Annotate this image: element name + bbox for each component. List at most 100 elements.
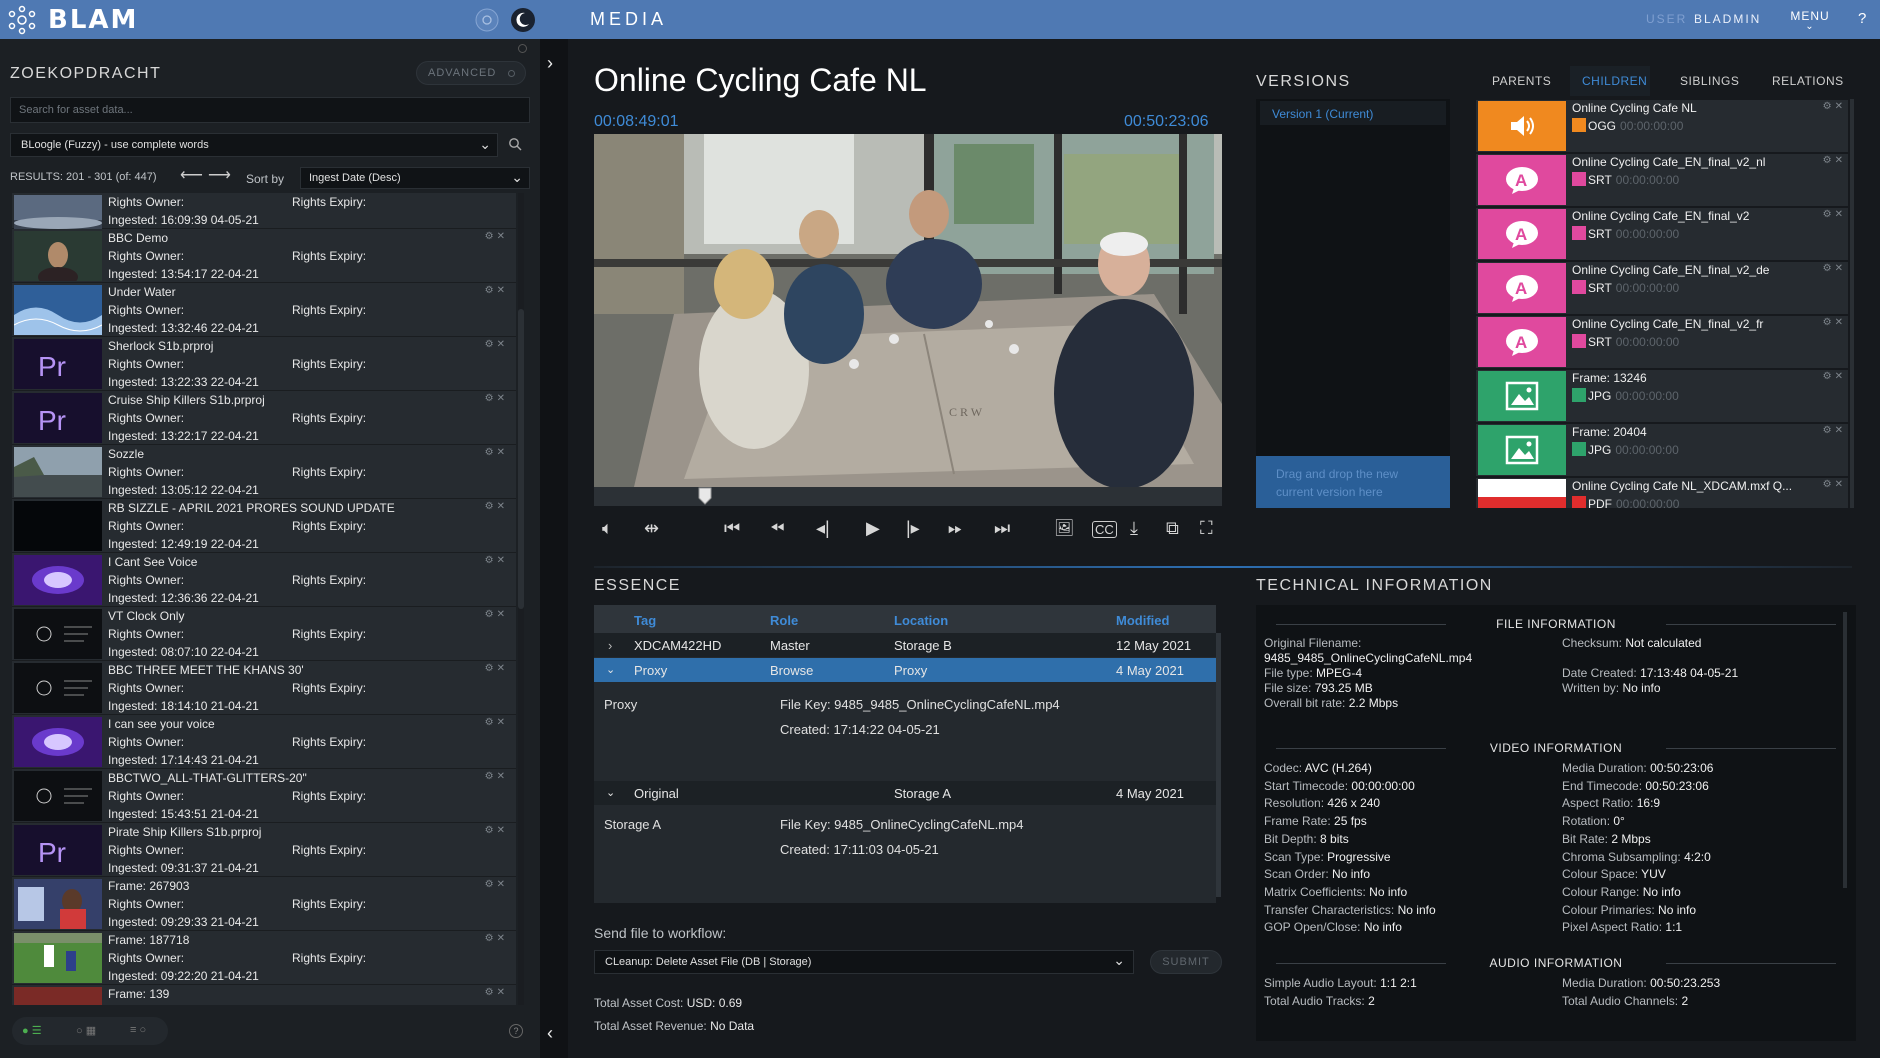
search-icon[interactable]: [508, 137, 522, 151]
related-asset-title[interactable]: Online Cycling Cafe NL_XDCAM.mxf Q...: [1572, 479, 1792, 493]
close-icon[interactable]: ✕: [1835, 209, 1846, 220]
asset-row[interactable]: BBCTWO_ALL-THAT-GLITTERS-20" Rights Owner…: [12, 769, 516, 823]
asset-thumbnail[interactable]: [14, 231, 102, 281]
related-asset-item[interactable]: Online Cycling Cafe NL OGG 00:00:00:00 ⚙✕: [1476, 100, 1848, 152]
subtitle-thumbnail[interactable]: A: [1478, 317, 1566, 367]
row-actions[interactable]: ⚙✕: [485, 933, 508, 944]
popout-icon[interactable]: ⧉: [1166, 518, 1179, 539]
settings-icon[interactable]: ⚙: [485, 663, 497, 674]
row-actions[interactable]: ⚙✕: [485, 609, 508, 620]
asset-row[interactable]: VT Clock Only Rights Owner: Rights Expiry:…: [12, 607, 516, 661]
asset-title[interactable]: Cruise Ship Killers S1b.prproj: [108, 393, 265, 407]
essence-row-original[interactable]: ⌄ Original Storage A 4 May 2021: [594, 781, 1216, 805]
settings-icon[interactable]: ⚙: [1823, 155, 1835, 166]
row-actions[interactable]: ⚙✕: [485, 447, 508, 458]
close-icon[interactable]: ✕: [497, 447, 508, 458]
item-actions[interactable]: ⚙✕: [1823, 155, 1846, 166]
close-icon[interactable]: ✕: [497, 987, 508, 998]
user-name[interactable]: BLADMIN: [1694, 12, 1761, 26]
settings-icon[interactable]: ⚙: [1823, 209, 1835, 220]
asset-title[interactable]: VT Clock Only: [108, 609, 184, 623]
close-icon[interactable]: ✕: [1835, 263, 1846, 274]
asset-title[interactable]: RB SIZZLE - APRIL 2021 PRORES SOUND UPDA…: [108, 501, 395, 515]
version-item-current[interactable]: Version 1 (Current): [1260, 101, 1446, 125]
grid-view-icon[interactable]: ○ ▦: [76, 1024, 96, 1037]
settings-icon[interactable]: ⚙: [485, 501, 497, 512]
item-actions[interactable]: ⚙✕: [1823, 209, 1846, 220]
asset-row[interactable]: Pr Cruise Ship Killers S1b.prproj Rights O…: [12, 391, 516, 445]
settings-icon[interactable]: ⚙: [1823, 425, 1835, 436]
asset-thumbnail[interactable]: [14, 447, 102, 497]
asset-thumbnail[interactable]: Pr: [14, 393, 102, 443]
close-icon[interactable]: ✕: [497, 825, 508, 836]
play-icon[interactable]: ▶: [866, 518, 880, 539]
row-actions[interactable]: ⚙✕: [485, 339, 508, 350]
fullscreen-icon[interactable]: ⛶: [1200, 518, 1213, 539]
logo-text[interactable]: BLAM: [48, 5, 138, 35]
asset-title[interactable]: Sherlock S1b.prproj: [108, 339, 213, 353]
close-icon[interactable]: ✕: [497, 285, 508, 296]
close-icon[interactable]: ✕: [497, 609, 508, 620]
settings-icon[interactable]: ⚙: [1823, 263, 1835, 274]
related-asset-item[interactable]: A Online Cycling Cafe_EN_final_v2 SRT 00:00…: [1476, 208, 1848, 260]
asset-row[interactable]: RB SIZZLE - APRIL 2021 PRORES SOUND UPDA…: [12, 499, 516, 553]
close-icon[interactable]: ✕: [497, 879, 508, 890]
asset-row[interactable]: Sozzle Rights Owner: Rights Expiry: Ingeste…: [12, 445, 516, 499]
item-actions[interactable]: ⚙✕: [1823, 317, 1846, 328]
settings-icon[interactable]: ⚙: [1823, 371, 1835, 382]
row-actions[interactable]: ⚙✕: [485, 879, 508, 890]
settings-icon[interactable]: [518, 44, 527, 53]
asset-row[interactable]: BBC Demo Rights Owner: Rights Expiry: Inges…: [12, 229, 516, 283]
asset-thumbnail[interactable]: [14, 285, 102, 335]
asset-title[interactable]: BBCTWO_ALL-THAT-GLITTERS-20": [108, 771, 307, 785]
close-icon[interactable]: ✕: [497, 393, 508, 404]
row-actions[interactable]: ⚙✕: [485, 717, 508, 728]
row-actions[interactable]: ⚙✕: [485, 555, 508, 566]
item-actions[interactable]: ⚙✕: [1823, 101, 1846, 112]
asset-title[interactable]: BBC Demo: [108, 231, 168, 245]
column-location[interactable]: Location: [894, 613, 948, 628]
row-actions[interactable]: ⚙✕: [485, 825, 508, 836]
item-actions[interactable]: ⚙✕: [1823, 263, 1846, 274]
related-list-scrollbar[interactable]: [1850, 99, 1854, 508]
close-icon[interactable]: ✕: [497, 771, 508, 782]
close-icon[interactable]: ✕: [497, 663, 508, 674]
asset-row[interactable]: Frame: 139Rights Owner:Rights Expiry:⚙✕: [12, 985, 516, 1005]
image-thumbnail[interactable]: [1478, 425, 1566, 475]
rewind-icon[interactable]: ⏪︎: [770, 518, 784, 539]
logo-icon[interactable]: [6, 4, 38, 36]
asset-thumbnail[interactable]: Pr: [14, 825, 102, 875]
download-icon[interactable]: ⤓: [1130, 518, 1138, 539]
asset-title[interactable]: BBC THREE MEET THE KHANS 30': [108, 663, 304, 677]
essence-row-proxy[interactable]: ⌄ Proxy Browse Proxy 4 May 2021: [594, 658, 1216, 682]
version-drop-zone[interactable]: Drag and drop the new current version he…: [1256, 456, 1450, 508]
column-role[interactable]: Role: [770, 613, 798, 628]
asset-row[interactable]: BBC THREE MEET THE KHANS 30' Rights Owner…: [12, 661, 516, 715]
fast-forward-icon[interactable]: ⏩︎: [948, 518, 962, 539]
chevron-down-icon[interactable]: ⌄: [606, 663, 615, 676]
tab-relations[interactable]: RELATIONS: [1772, 74, 1844, 88]
close-icon[interactable]: ✕: [497, 231, 508, 242]
related-asset-item[interactable]: A Online Cycling Cafe_EN_final_v2_fr SRT 00…: [1476, 316, 1848, 368]
row-actions[interactable]: ⚙✕: [485, 771, 508, 782]
asset-row[interactable]: I Cant See Voice Rights Owner: Rights Expi…: [12, 553, 516, 607]
advanced-search-button[interactable]: ADVANCED: [416, 61, 526, 85]
chevron-down-icon[interactable]: ⌄: [606, 786, 615, 799]
skip-to-start-icon[interactable]: ⏮︎: [724, 518, 740, 539]
view-mode-toggle[interactable]: ● ☰ ○ ▦ ≡ ○: [12, 1017, 168, 1045]
close-icon[interactable]: ✕: [497, 555, 508, 566]
item-actions[interactable]: ⚙✕: [1823, 425, 1846, 436]
related-asset-item[interactable]: PDF Online Cycling Cafe NL_XDCAM.mxf Q...…: [1476, 478, 1848, 508]
close-icon[interactable]: ✕: [1835, 479, 1846, 490]
tab-children[interactable]: CHILDREN: [1582, 74, 1647, 88]
settings-icon[interactable]: ⚙: [485, 771, 497, 782]
subtitle-thumbnail[interactable]: A: [1478, 209, 1566, 259]
related-asset-title[interactable]: Frame: 20404: [1572, 425, 1647, 439]
dark-mode-icon[interactable]: [510, 7, 536, 33]
subtitle-thumbnail[interactable]: A: [1478, 263, 1566, 313]
asset-title[interactable]: Pirate Ship Killers S1b.prproj: [108, 825, 261, 839]
scrub-bar[interactable]: [594, 487, 1222, 506]
related-asset-title[interactable]: Online Cycling Cafe_EN_final_v2_de: [1572, 263, 1769, 277]
asset-title[interactable]: I can see your voice: [108, 717, 215, 731]
row-actions[interactable]: ⚙✕: [485, 285, 508, 296]
